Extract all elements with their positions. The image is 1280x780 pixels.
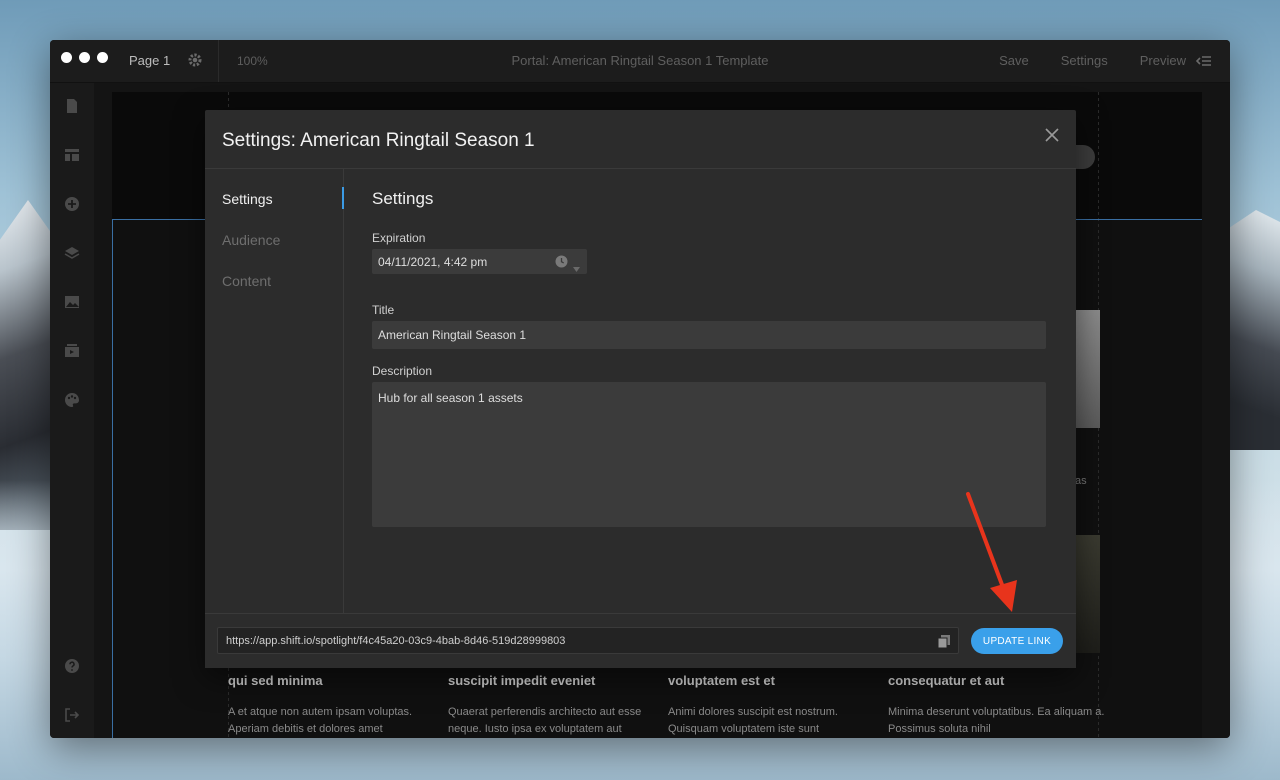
canvas-column[interactable]: consequatur et aut Minima deserunt volup… xyxy=(888,673,1108,738)
description-textarea[interactable]: Hub for all season 1 assets xyxy=(372,382,1046,527)
column-title: consequatur et aut xyxy=(888,673,1005,688)
column-text: A et atque non autem ipsam voluptas. Ape… xyxy=(228,706,413,735)
media-icon[interactable] xyxy=(64,343,80,359)
tab-audience[interactable]: Audience xyxy=(222,232,280,248)
column-text: Animi dolores suscipit est nostrum. Quis… xyxy=(668,706,838,735)
expiration-datetime-picker[interactable]: 04/11/2021, 4:42 pm xyxy=(372,249,587,274)
theme-palette-icon[interactable] xyxy=(64,392,80,408)
canvas-column[interactable]: voluptatem est et Animi dolores suscipit… xyxy=(668,673,888,738)
layout-icon[interactable] xyxy=(64,147,80,163)
preview-button[interactable]: Preview xyxy=(1140,53,1186,68)
description-label: Description xyxy=(372,364,433,378)
modal-title: Settings: American Ringtail Season 1 xyxy=(222,130,535,151)
clock-icon[interactable] xyxy=(555,255,568,268)
layers-icon[interactable] xyxy=(64,245,80,261)
column-title: qui sed minima xyxy=(228,673,323,688)
link-url: https://app.shift.io/spotlight/f4c45a20-… xyxy=(226,635,566,647)
save-button[interactable]: Save xyxy=(999,53,1029,68)
selection-outline xyxy=(112,219,113,738)
canvas-columns: qui sed minima A et atque non autem ipsa… xyxy=(228,673,1108,738)
canvas-column[interactable]: qui sed minima A et atque non autem ipsa… xyxy=(228,673,448,738)
page-icon[interactable] xyxy=(64,98,80,114)
close-icon[interactable] xyxy=(1044,127,1060,143)
top-actions: Save Settings Preview xyxy=(999,53,1186,68)
help-icon[interactable] xyxy=(64,658,80,674)
copy-icon[interactable] xyxy=(937,635,950,649)
link-field[interactable]: https://app.shift.io/spotlight/f4c45a20-… xyxy=(217,627,959,654)
image-icon[interactable] xyxy=(64,294,80,310)
update-link-button[interactable]: UPDATE LINK xyxy=(971,628,1063,654)
tab-content[interactable]: Content xyxy=(222,273,271,289)
column-text: Minima deserunt voluptatibus. Ea aliquam… xyxy=(888,706,1105,735)
settings-button[interactable]: Settings xyxy=(1061,53,1108,68)
canvas-image[interactable] xyxy=(1075,310,1100,428)
annotation-arrow-icon xyxy=(966,492,1017,612)
section-heading: Settings xyxy=(372,189,434,208)
collapse-panel-icon[interactable] xyxy=(1195,53,1212,69)
canvas-text-fragment: as xyxy=(1075,475,1087,487)
title-input[interactable] xyxy=(372,321,1046,349)
column-title: suscipit impedit eveniet xyxy=(448,673,596,688)
logout-icon[interactable] xyxy=(64,707,80,723)
modal-footer: https://app.shift.io/spotlight/f4c45a20-… xyxy=(205,613,1076,668)
modal-header: Settings: American Ringtail Season 1 xyxy=(205,110,1076,169)
column-text: Quaerat perferendis architecto aut esse … xyxy=(448,706,642,735)
expiration-label: Expiration xyxy=(372,231,426,245)
expiration-value: 04/11/2021, 4:42 pm xyxy=(378,255,488,269)
add-icon[interactable] xyxy=(64,196,80,212)
chevron-down-icon[interactable] xyxy=(573,259,580,272)
left-toolbar xyxy=(50,83,94,738)
title-label: Title xyxy=(372,303,395,317)
top-bar: Page 1 100% Portal: American Ringtail Se… xyxy=(50,40,1230,83)
modal-nav: Settings Audience Content xyxy=(205,169,344,614)
settings-modal: Settings: American Ringtail Season 1 Set… xyxy=(205,110,1076,668)
canvas-column[interactable]: suscipit impedit eveniet Quaerat perfere… xyxy=(448,673,668,738)
canvas-image[interactable] xyxy=(1075,535,1100,653)
tab-settings[interactable]: Settings xyxy=(222,191,273,207)
active-tab-indicator xyxy=(342,187,344,209)
column-title: voluptatem est et xyxy=(668,673,775,688)
